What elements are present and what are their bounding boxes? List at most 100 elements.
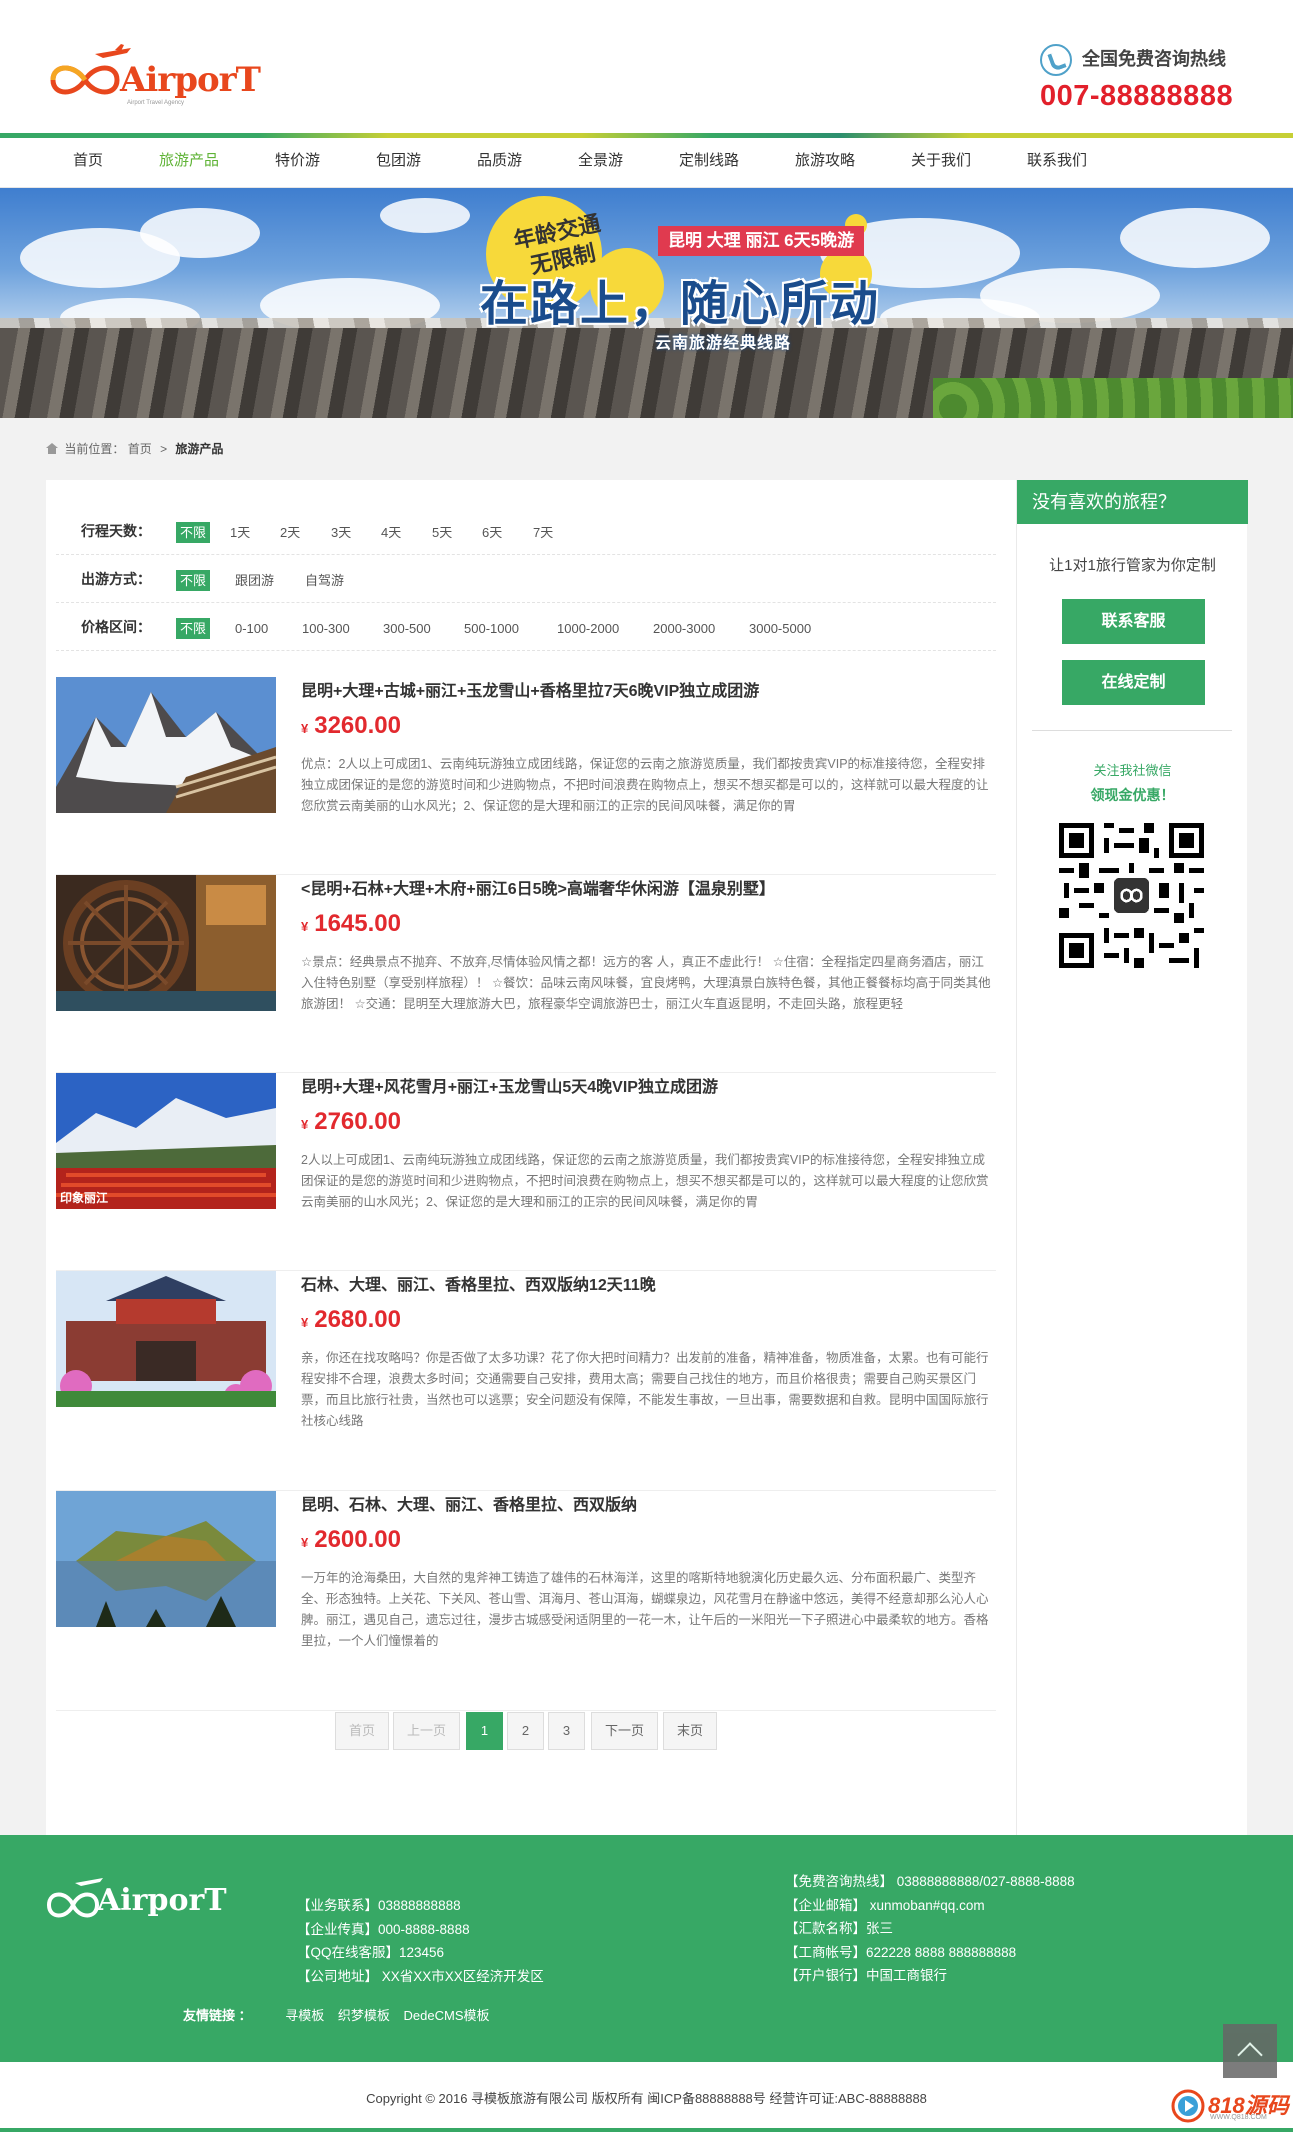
product-price: ¥3260.00 [301,712,401,739]
nav-item-products[interactable]: 旅游产品 [159,138,219,188]
product-title[interactable]: <昆明+石林+大理+木府+丽江6日5晚>高端奢华休闲游【温泉别墅】 [301,875,775,899]
product-item: 昆明、石林、大理、丽江、香格里拉、西双版纳 ¥2600.00 一万年的沧海桑田，… [56,1491,996,1711]
wechat-follow-text: 关注我社微信 [1093,763,1172,778]
product-description: 一万年的沧海桑田，大自然的鬼斧神工铸造了雄伟的石林海洋，这里的喀斯特地貌演化历史… [301,1571,989,1648]
hero-banner[interactable]: 年龄交通 无限制 昆明 大理 丽江 6天5晚游 在路上，随心所动 云南旅游经典线… [0,188,1293,418]
filter-option[interactable]: 0-100 [231,618,272,639]
banner-title: 在路上，随心所动 [480,276,881,332]
nav-item-custom-routes[interactable]: 定制线路 [679,138,739,188]
hotline: 全国免费咨询热线 007-88888888 [1040,44,1245,113]
nav-item-home[interactable]: 首页 [73,138,103,188]
filter-option[interactable]: 6天 [478,522,506,543]
filter-option[interactable]: 300-500 [379,618,435,639]
filter-price-range: 价格区间： 不限 0-100 100-300 300-500 500-1000 … [56,604,996,651]
nav-item-quality[interactable]: 品质游 [477,138,522,188]
product-image[interactable] [56,1491,276,1627]
product-image[interactable] [56,1271,276,1407]
breadcrumb-current: 旅游产品 [175,442,224,456]
filter-option[interactable]: 跟团游 [231,570,278,591]
product-price: ¥1645.00 [301,910,401,937]
product-price: ¥2680.00 [301,1306,401,1333]
wechat-qr-code [1059,823,1204,968]
product-title[interactable]: 石林、大理、丽江、香格里拉、西双版纳12天11晚 [301,1271,656,1295]
product-title[interactable]: 昆明+大理+风花雪月+丽江+玉龙雪山5天4晚VIP独立成团游 [301,1073,718,1097]
logo-subtext: Airport Travel Agency [127,100,185,106]
product-image[interactable] [56,875,276,1011]
home-icon [46,443,58,454]
filter-option[interactable]: 1天 [226,522,254,543]
filter-days: 行程天数： 不限 1天 2天 3天 4天 5天 6天 7天 [56,508,996,555]
friend-link[interactable]: 寻模板 [285,2008,324,2023]
infinity-plane-icon [46,1878,103,1918]
filter-option[interactable]: 不限 [176,570,211,591]
filter-option[interactable]: 2天 [276,522,304,543]
filter-option[interactable]: 3天 [327,522,355,543]
footer-contact-info: 【业务联系】03888888888 【企业传真】000-8888-8888 【Q… [297,1898,544,1984]
filter-option[interactable]: 不限 [176,618,211,639]
hotline-label: 全国免费咨询热线 [1082,49,1226,69]
sidebar-heading: 没有喜欢的旅程？ [1017,480,1248,524]
nav-item-contact[interactable]: 联系我们 [1027,138,1087,188]
filter-option[interactable]: 500-1000 [460,618,523,639]
header: AirporT Airport Travel Agency 全国免费咨询热线 0… [0,0,1293,133]
filter-option[interactable]: 3000-5000 [745,618,815,639]
copyright: Copyright © 2016 寻模板旅游有限公司 版权所有 闽ICP备888… [0,2062,1293,2132]
nav-item-about[interactable]: 关于我们 [911,138,971,188]
page-2-button[interactable]: 2 [507,1712,544,1750]
main-nav: 首页 旅游产品 特价游 包团游 品质游 全景游 定制线路 旅游攻略 关于我们 联… [0,138,1293,188]
sidebar: 没有喜欢的旅程？ 让1对1旅行管家为你定制 联系客服 在线定制 关注我社微信 领… [1016,480,1248,1835]
footer: AirporT 【业务联系】03888888888 【企业传真】000-8888… [0,1835,1293,2062]
product-title[interactable]: 昆明、石林、大理、丽江、香格里拉、西双版纳 [301,1491,637,1515]
nav-item-group[interactable]: 包团游 [376,138,421,188]
product-price: ¥2760.00 [301,1108,401,1135]
footer-logo[interactable]: AirporT [45,1875,227,1925]
friend-link[interactable]: DedeCMS模板 [404,2008,490,2023]
back-to-top-button[interactable] [1223,2024,1277,2078]
product-title[interactable]: 昆明+大理+古城+丽江+玉龙雪山+香格里拉7天6晚VIP独立成团游 [301,677,759,701]
friend-link[interactable]: 织梦模板 [338,2008,390,2023]
filter-option[interactable]: 7天 [529,522,557,543]
banner-route-tag: 昆明 大理 丽江 6天5晚游 [658,226,865,256]
watermark: 818源码 WWW.Q818.COM [1170,2088,1290,2128]
product-list-panel: 行程天数： 不限 1天 2天 3天 4天 5天 6天 7天 出游方式： 不限 跟… [46,480,1016,1835]
product-description: 优点：2人以上可成团1、云南纯玩游独立成团线路，保证您的云南之旅游览质量，我们都… [301,757,989,813]
breadcrumb-home[interactable]: 首页 [128,442,152,456]
play-circle-icon [1171,2089,1205,2123]
product-item: <昆明+石林+大理+木府+丽江6日5晚>高端奢华休闲游【温泉别墅】 ¥1645.… [56,875,996,1073]
filter-option[interactable]: 2000-3000 [649,618,719,639]
product-item: 印象丽江 昆明+大理+风花雪月+丽江+玉龙雪山5天4晚VIP独立成团游 ¥276… [56,1073,996,1271]
nav-item-guides[interactable]: 旅游攻略 [795,138,855,188]
contact-service-button[interactable]: 联系客服 [1062,599,1205,644]
logo-text: AirporT [120,60,261,100]
site-logo[interactable]: AirporT Airport Travel Agency [45,42,261,107]
page-last-button[interactable]: 末页 [663,1712,717,1750]
filter-option[interactable]: 1000-2000 [553,618,623,639]
hotline-number: 007-88888888 [1040,80,1234,112]
product-image[interactable] [56,677,276,813]
filter-option[interactable]: 4天 [377,522,405,543]
footer-bank-info: 【免费咨询热线】 03888888888/027-8888-8888 【企业邮箱… [785,1874,1075,1983]
filter-option[interactable]: 5天 [428,522,456,543]
nav-item-panorama[interactable]: 全景游 [578,138,623,188]
filter-option[interactable]: 不限 [176,522,211,543]
page-3-button[interactable]: 3 [548,1712,585,1750]
custom-online-button[interactable]: 在线定制 [1062,660,1205,705]
filter-option[interactable]: 自驾游 [301,570,348,591]
product-price: ¥2600.00 [301,1526,401,1553]
product-description: 亲，你还在找攻略吗？你是否做了太多功课？花了你大把时间精力？出发前的准备，精神准… [301,1351,989,1428]
product-image[interactable]: 印象丽江 [56,1073,276,1209]
page-1-button[interactable]: 1 [466,1712,503,1750]
wechat-promo-text: 领现金优惠！ [1090,787,1175,803]
product-item: 昆明+大理+古城+丽江+玉龙雪山+香格里拉7天6晚VIP独立成团游 ¥3260.… [56,677,996,875]
page-first-button[interactable]: 首页 [335,1712,389,1750]
page-prev-button[interactable]: 上一页 [393,1712,460,1750]
product-image-caption: 印象丽江 [60,1191,109,1205]
filter-option[interactable]: 100-300 [298,618,354,639]
friend-links: 友情链接 ： 寻模板 织梦模板 DedeCMS模板 [183,2008,490,2023]
sidebar-text: 让1对1旅行管家为你定制 [1049,557,1216,574]
page-next-button[interactable]: 下一页 [591,1712,658,1750]
product-description: ☆景点：经典景点不抛弃、不放弃,尽情体验风情之都！远方的客 人，真正不虚此行！ … [301,955,991,1011]
nav-item-special[interactable]: 特价游 [275,138,320,188]
banner-subtitle: 云南旅游经典线路 [655,335,792,352]
breadcrumb: 当前位置： 首页 > 旅游产品 [46,441,223,457]
